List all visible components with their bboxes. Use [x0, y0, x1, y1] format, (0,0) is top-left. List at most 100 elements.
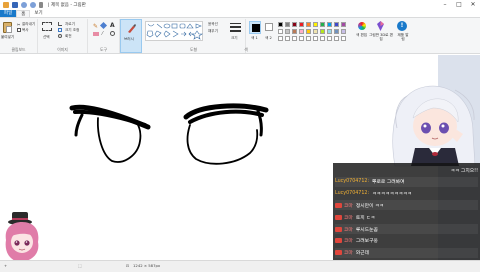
chat-text: 뿌로로 그려봐여 [372, 180, 405, 186]
eraser-icon[interactable] [93, 32, 99, 36]
custom-color-slot[interactable] [299, 36, 304, 41]
magnifier-icon[interactable] [110, 31, 115, 36]
copy-button[interactable]: 복사 [22, 28, 29, 33]
chat-message: 코마 와근데 [335, 247, 478, 258]
minimize-button[interactable]: – [438, 0, 452, 10]
ribbon: 붙여넣기 ✂ 잘라내기 복사 클립보드 선택 자르기 크기 조정 회전 이미지 … [0, 18, 480, 54]
palette-swatch[interactable] [285, 22, 290, 27]
brushes-button[interactable]: 브러시 [124, 37, 134, 42]
palette-swatch[interactable] [278, 22, 283, 27]
user-badge-icon [335, 226, 342, 232]
palette-swatch[interactable] [320, 22, 325, 27]
redo-icon[interactable] [30, 2, 36, 8]
select-button[interactable]: 선택 [43, 35, 50, 40]
outline-dropdown[interactable]: 윤곽선 [208, 22, 218, 27]
brush-icon[interactable] [126, 23, 137, 34]
color1-swatch[interactable] [249, 21, 261, 34]
palette-swatch[interactable] [320, 29, 325, 34]
size-button[interactable]: 크기 [231, 36, 238, 41]
palette-swatch[interactable] [299, 29, 304, 34]
palette-swatch[interactable] [327, 29, 332, 34]
custom-color-slot[interactable] [334, 36, 339, 41]
edit-colors-button[interactable]: 색 편집 [356, 33, 367, 38]
chat-text: ㅋㅋ 그치으!! [450, 168, 478, 174]
user-badge-icon [335, 202, 342, 208]
save-icon[interactable] [12, 2, 18, 8]
rotate-button[interactable]: 회전 [65, 34, 72, 39]
close-button[interactable]: ✕ [466, 0, 480, 10]
cut-button[interactable]: 잘라내기 [22, 22, 35, 27]
chat-username: 코마 [344, 227, 353, 233]
copy-icon [17, 28, 21, 32]
undo-icon[interactable] [21, 2, 27, 8]
pencil-icon[interactable]: ✎ [93, 23, 98, 30]
shapes-gallery[interactable] [145, 21, 203, 41]
chat-message: Lucy0704712: ㅋㅋㅋㅋㅋㅋㅋㅋㅋ [335, 189, 478, 199]
palette-swatch[interactable] [292, 22, 297, 27]
color2-swatch[interactable] [265, 23, 273, 31]
resize-icon [58, 28, 62, 32]
text-icon[interactable]: A [110, 22, 115, 29]
palette-swatch[interactable] [341, 29, 346, 34]
color1-label: 색 1 [251, 36, 258, 40]
chat-message: Lucy0704712: 뿌로로 그려봐여 [335, 176, 478, 187]
chat-username: 코마 [344, 251, 353, 257]
color-picker-icon[interactable]: ⁄ [102, 31, 103, 37]
fill-dropdown[interactable]: 채우기 [208, 29, 218, 34]
custom-color-slot[interactable] [320, 36, 325, 41]
product-alert-icon[interactable]: ! [397, 21, 407, 31]
canvas-dimensions-icon: ⊡ [126, 263, 130, 268]
colors-group: 색 1 색 2 색 편집 그림판 3D로 편집 ! 제품 알림 색 [244, 19, 416, 53]
palette-swatch[interactable] [334, 29, 339, 34]
colors-group-label: 색 [244, 47, 248, 52]
selection-size-icon: ⬚ [78, 263, 82, 268]
crop-icon [58, 22, 62, 26]
paste-icon[interactable] [3, 22, 12, 33]
maximize-button[interactable]: □ [452, 0, 466, 10]
color2-label: 색 2 [265, 36, 272, 40]
paste-button[interactable]: 붙여넣기 [1, 35, 14, 40]
chat-message: 코마 그려보구웅 [335, 236, 478, 246]
tab-view[interactable]: 보기 [30, 10, 46, 17]
palette-swatch[interactable] [313, 22, 318, 27]
edit-colors-icon[interactable] [358, 22, 366, 30]
custom-color-slot[interactable] [327, 36, 332, 41]
custom-color-slot[interactable] [292, 36, 297, 41]
canvas-dimensions: 1242 × 587px [133, 263, 161, 268]
palette-swatch[interactable] [334, 22, 339, 27]
product-alert-button[interactable]: 제품 알림 [396, 33, 410, 41]
quick-access-dropdown-icon[interactable] [39, 2, 43, 8]
custom-color-slot[interactable] [341, 36, 346, 41]
select-icon[interactable] [42, 22, 52, 31]
paint-app-icon [3, 2, 9, 8]
custom-color-slot[interactable] [278, 36, 283, 41]
palette-swatch[interactable] [313, 29, 318, 34]
chat-text: 그려보구웅 [355, 239, 378, 245]
resize-button[interactable]: 크기 조정 [65, 28, 79, 33]
chat-text: 정시만이 ㅋㅋ [355, 203, 384, 209]
chat-text: 토끼 ㄷㅋ [355, 215, 376, 221]
palette-swatch[interactable] [292, 29, 297, 34]
palette-swatch[interactable] [341, 22, 346, 27]
palette-swatch[interactable] [327, 22, 332, 27]
status-bar: + ⬚ ⊡ 1242 × 587px [0, 260, 480, 272]
chat-username: Lucy0704712: [335, 179, 370, 185]
palette-swatch[interactable] [285, 29, 290, 34]
user-badge-icon [335, 214, 342, 220]
custom-color-slot[interactable] [285, 36, 290, 41]
chat-username: 코마 [344, 203, 353, 209]
fill-icon[interactable] [99, 21, 108, 30]
size-icon[interactable] [230, 23, 241, 34]
user-badge-icon [335, 238, 342, 244]
palette-swatch[interactable] [306, 29, 311, 34]
custom-color-slot[interactable] [313, 36, 318, 41]
palette-swatch[interactable] [306, 22, 311, 27]
paint3d-button[interactable]: 그림판 3D로 편집 [368, 33, 394, 41]
palette-swatch[interactable] [299, 22, 304, 27]
palette-swatch[interactable] [278, 29, 283, 34]
tab-file[interactable]: 파일 [0, 10, 17, 17]
crop-button[interactable]: 자르기 [65, 22, 75, 27]
custom-color-slot[interactable] [306, 36, 311, 41]
paint3d-icon[interactable] [376, 21, 385, 31]
tab-home[interactable]: 홈 [16, 10, 31, 17]
